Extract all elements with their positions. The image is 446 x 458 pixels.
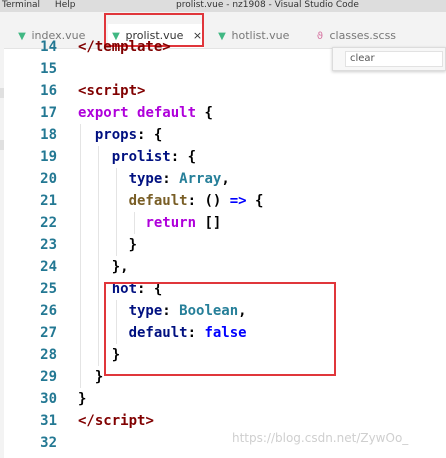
code-token: >: [162, 39, 171, 55]
line-number: 18: [40, 127, 57, 143]
line-number: 32: [40, 435, 57, 451]
code-text: </template>: [78, 36, 171, 58]
code-token: default: [128, 193, 188, 209]
find-input[interactable]: clear: [345, 51, 443, 67]
code-text: }: [78, 388, 86, 410]
code-text: export default {: [78, 102, 213, 124]
title-bar: Terminal Help prolist.vue - nz1908 - Vis…: [0, 0, 446, 12]
code-token: {: [246, 193, 264, 209]
line-number: 23: [40, 237, 57, 253]
code-token: script: [94, 413, 146, 429]
code-text: }: [78, 234, 137, 256]
code-token: script: [86, 83, 138, 99]
code-token: ,: [221, 171, 230, 187]
line-number: 16: [40, 83, 57, 99]
code-token: default: [137, 105, 205, 121]
code-token: </: [78, 413, 95, 429]
line-number: 25: [40, 281, 57, 297]
code-highlight-box: [104, 282, 336, 376]
code-token: prolist: [111, 149, 171, 165]
code-text: return []: [78, 212, 221, 234]
code-token: return: [145, 215, 197, 231]
line-number: 24: [40, 259, 57, 275]
code-token: >: [145, 413, 154, 429]
code-editor[interactable]: 14 </template> 15 16 <script> 17 export defaul…: [0, 39, 446, 458]
window-title: prolist.vue - nz1908 - Visual Studio Cod…: [176, 0, 359, 10]
code-token: =>: [229, 193, 247, 209]
code-line: 20 type: Array,: [0, 168, 446, 190]
code-token: </: [78, 39, 95, 55]
line-number: 29: [40, 369, 57, 385]
code-text: props: {: [78, 124, 162, 146]
line-number: 31: [40, 413, 57, 429]
code-line: 18 props: {: [0, 124, 446, 146]
code-text: default: () => {: [78, 190, 264, 212]
line-number: 17: [40, 105, 57, 121]
code-token: }: [78, 369, 104, 385]
code-text: </script>: [78, 410, 154, 432]
code-token: : {: [170, 149, 197, 165]
code-token: : {: [137, 127, 163, 143]
code-token: props: [94, 127, 138, 143]
code-text: prolist: {: [78, 146, 196, 168]
code-token: }: [78, 237, 138, 253]
line-number: 20: [40, 171, 57, 187]
code-token: >: [137, 83, 146, 99]
find-widget: clear: [332, 47, 446, 71]
code-text: }: [78, 366, 103, 388]
code-token: }: [78, 391, 87, 407]
code-token: :: [162, 171, 180, 187]
code-token: : (): [187, 193, 230, 209]
line-number: 15: [40, 61, 57, 77]
line-number: 21: [40, 193, 57, 209]
code-line: 22 return []: [0, 212, 446, 234]
code-line: 24 },: [0, 256, 446, 278]
code-token: Array: [179, 171, 222, 187]
line-number: 19: [40, 149, 57, 165]
code-line: 23 }: [0, 234, 446, 256]
code-token: },: [78, 259, 129, 275]
code-text: },: [78, 256, 129, 278]
code-token: template: [94, 39, 163, 55]
watermark: https://blog.csdn.net/ZywOo_: [232, 431, 409, 445]
code-line: 17 export default {: [0, 102, 446, 124]
line-number: 27: [40, 325, 57, 341]
code-line: 31 </script>: [0, 410, 446, 432]
code-line: 16 <script>: [0, 80, 446, 102]
code-line: 30}: [0, 388, 446, 410]
code-token: type: [128, 171, 163, 187]
code-token: export: [78, 105, 138, 121]
code-token: {: [204, 105, 213, 121]
menu-bar: Terminal Help: [2, 0, 87, 11]
line-number: 30: [40, 391, 57, 407]
code-line: 19 prolist: {: [0, 146, 446, 168]
code-line: 21 default: () => {: [0, 190, 446, 212]
menu-terminal[interactable]: Terminal: [2, 0, 40, 10]
line-number: 22: [40, 215, 57, 231]
menu-help[interactable]: Help: [55, 0, 76, 10]
line-number: 14: [40, 39, 57, 55]
line-number: 26: [40, 303, 57, 319]
code-text: <script>: [78, 80, 145, 102]
code-token: []: [196, 215, 222, 231]
line-number: 28: [40, 347, 57, 363]
code-text: type: Array,: [78, 168, 230, 190]
